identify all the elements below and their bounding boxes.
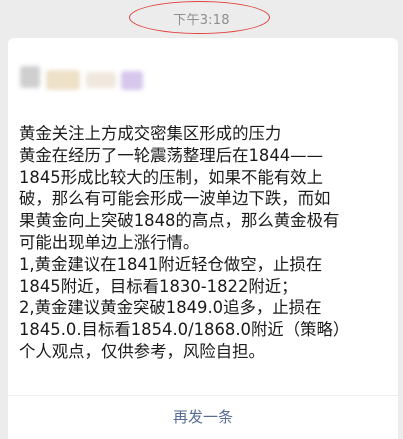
message-line: 破，那么有可能会形成一波单边下跌，而如 — [19, 189, 331, 209]
message-line: 个人观点，仅供参考，风险自担。 — [19, 341, 265, 361]
message-line: 1,黄金建议在1841附近轻仓做空，止损在 — [19, 254, 323, 274]
timestamp-area: 下午3:18 — [0, 0, 403, 34]
message-line: 1845.0.目标看1854.0/1868.0附近（策略） — [19, 320, 350, 340]
sender-name-blurred — [86, 72, 116, 88]
message-line: 2,黄金建议黄金突破1849.0追多，止损在 — [19, 298, 322, 318]
sender-info-blurred — [20, 62, 150, 98]
message-line: 1845附近，目标看1830-1822附近； — [19, 276, 298, 296]
message-timestamp: 下午3:18 — [173, 13, 230, 28]
message-body: 黄金关注上方成交密集区形成的压力 黄金在经历了一轮震荡整理后在1844—— 1845… — [19, 123, 391, 363]
resend-button[interactable]: 再发一条 — [8, 406, 398, 427]
message-line: 黄金关注上方成交密集区形成的压力 — [19, 124, 282, 143]
message-card: 黄金关注上方成交密集区形成的压力 黄金在经历了一轮震荡整理后在1844—— 1845… — [8, 38, 398, 439]
message-line: 果黄金向上突破1848的高点，那么黄金极有 — [19, 211, 340, 231]
divider — [8, 395, 398, 396]
message-line: 1845形成比较大的压制，如果不能有效上 — [19, 167, 323, 187]
message-line: 黄金在经历了一轮震荡整理后在1844—— — [19, 145, 323, 165]
sender-name-blurred — [46, 70, 80, 90]
sender-name-blurred — [121, 71, 143, 90]
message-line: 可能出现单边上涨行情。 — [19, 232, 200, 252]
avatar — [20, 66, 40, 88]
